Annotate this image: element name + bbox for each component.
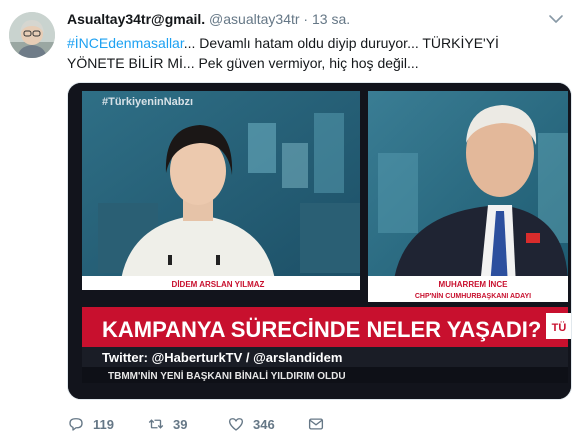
reply-icon [69, 418, 83, 431]
right-title-strap: CHP'NİN CUMHURBAŞKANI ADAYI [415, 292, 531, 300]
news-ticker: TBMM'NİN YENİ BAŞKANI BİNALİ YILDIRIM OL… [108, 369, 346, 382]
reply-count: 119 [93, 416, 114, 432]
tv-screenshot-image: DİDEM ARSLAN YILMAZ MUHARREM İNCE CHP'Nİ… [68, 83, 571, 399]
chevron-down-icon[interactable] [548, 12, 564, 26]
corner-hashtag: #TürkiyeninNabzı [102, 96, 193, 108]
envelope-icon [308, 418, 324, 430]
hashtag-link[interactable]: #İNCEdenmasallar [67, 35, 184, 51]
display-name[interactable]: Asualtay34tr@gmail. [67, 11, 205, 27]
retweet-count: 39 [173, 416, 188, 432]
headline-corner: TÜ [552, 321, 567, 334]
direct-message-button[interactable] [307, 414, 325, 434]
heart-icon [228, 418, 244, 431]
left-name-strap: DİDEM ARSLAN YILMAZ [172, 280, 265, 289]
tweet-header: Asualtay34tr@gmail. @asualtay34tr · 13 s… [67, 10, 350, 28]
retweet-button[interactable]: 39 [147, 414, 187, 434]
headline-banner: KAMPANYA SÜRECİNDE NELER YAŞADI? [102, 317, 541, 342]
reply-button[interactable]: 119 [67, 414, 114, 434]
tweet-timestamp[interactable]: 13 sa. [312, 11, 350, 27]
user-handle[interactable]: @asualtay34tr [209, 11, 299, 27]
avatar-image [9, 12, 55, 58]
right-name-strap: MUHARREM İNCE [439, 280, 509, 289]
like-count: 346 [253, 416, 275, 432]
separator-dot: · [303, 11, 309, 27]
avatar[interactable] [9, 12, 55, 58]
tweet[interactable]: Asualtay34tr@gmail. @asualtay34tr · 13 s… [0, 0, 580, 442]
retweet-icon [148, 419, 164, 429]
tweet-actions: 119 39 346 [67, 414, 547, 434]
social-handles: Twitter: @HaberturkTV / @arslandidem [102, 350, 342, 365]
tweet-media[interactable]: DİDEM ARSLAN YILMAZ MUHARREM İNCE CHP'Nİ… [67, 82, 572, 400]
like-button[interactable]: 346 [227, 414, 275, 434]
tweet-text: #İNCEdenmasallar... Devamlı hatam oldu d… [67, 33, 557, 73]
